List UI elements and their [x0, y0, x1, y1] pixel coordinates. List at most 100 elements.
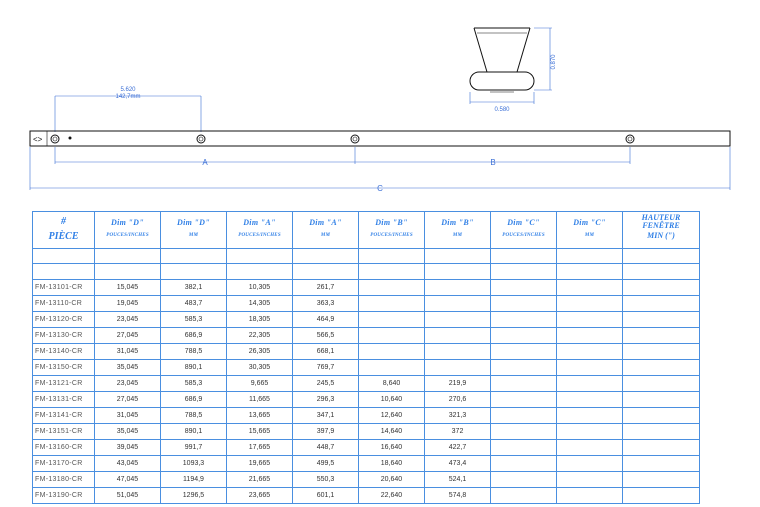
part-number-cell: FM-13101-CR — [32, 279, 95, 296]
table-cell — [490, 343, 557, 360]
table-cell — [490, 391, 557, 408]
table-cell: 890,1 — [160, 359, 227, 376]
table-cell — [622, 311, 700, 328]
table-cell: 20,640 — [358, 471, 425, 488]
part-number-cell: FM-13141-CR — [32, 407, 95, 424]
table-cell: 22,305 — [226, 327, 293, 344]
table-row: FM-13130-CR 27,045 686,9 22,305 566,5 — [32, 327, 700, 344]
part-number-cell: FM-13121-CR — [32, 375, 95, 392]
table-cell — [622, 359, 700, 376]
table-cell — [622, 423, 700, 440]
table-cell — [556, 455, 623, 472]
table-cell: 890,1 — [160, 423, 227, 440]
table-cell: 422,7 — [424, 439, 491, 456]
header-piece: # PIÈCE — [32, 211, 95, 249]
table-row: FM-13140-CR 31,045 788,5 26,305 668,1 — [32, 343, 700, 360]
table-cell: 21,665 — [226, 471, 293, 488]
table-cell — [490, 423, 557, 440]
table-cell: 23,045 — [94, 311, 161, 328]
table-cell: 483,7 — [160, 295, 227, 312]
knob-width-dim: 0.580 — [494, 107, 510, 113]
table-cell: 991,7 — [160, 439, 227, 456]
table-row: FM-13110-CR 19,045 483,7 14,305 363,3 — [32, 295, 700, 312]
table-cell — [556, 391, 623, 408]
table-cell: 686,9 — [160, 391, 227, 408]
table-cell: 261,7 — [292, 279, 359, 296]
table-cell: 26,305 — [226, 343, 293, 360]
table-cell — [424, 295, 491, 312]
table-cell — [490, 455, 557, 472]
part-number-cell: FM-13151-CR — [32, 423, 95, 440]
table-cell — [424, 279, 491, 296]
table-cell: 372 — [424, 423, 491, 440]
table-cell: 499,5 — [292, 455, 359, 472]
table-cell: 585,3 — [160, 375, 227, 392]
table-cell: 1296,5 — [160, 487, 227, 504]
table-row: FM-13101-CR 15,045 382,1 10,305 261,7 — [32, 279, 700, 296]
table-cell: 47,045 — [94, 471, 161, 488]
table-cell — [622, 327, 700, 344]
table-cell — [358, 279, 425, 296]
part-number-cell: FM-13150-CR — [32, 359, 95, 376]
table-cell — [556, 311, 623, 328]
part-number-cell: FM-13110-CR — [32, 295, 95, 312]
table-cell: 296,3 — [292, 391, 359, 408]
table-cell: 219,9 — [424, 375, 491, 392]
table-cell — [556, 295, 623, 312]
table-cell: 43,045 — [94, 455, 161, 472]
table-cell: 31,045 — [94, 343, 161, 360]
table-cell — [622, 279, 700, 296]
table-row: FM-13160-CR 39,045 991,7 17,665 448,7 16,640 4… — [32, 439, 700, 456]
table-cell: 382,1 — [160, 279, 227, 296]
technical-drawing: 0.870 0.580 5.620 142,7mm <> A B C — [29, 27, 731, 193]
table-cell: 19,665 — [226, 455, 293, 472]
table-cell: 27,045 — [94, 391, 161, 408]
table-cell — [490, 375, 557, 392]
table-cell — [622, 391, 700, 408]
table-cell — [358, 327, 425, 344]
table-row: FM-13150-CR 35,045 890,1 30,305 769,7 — [32, 359, 700, 376]
dimension-table: # PIÈCE Dim "D" POUCES/INCHES Dim "D" MM D… — [32, 211, 700, 504]
table-row: FM-13170-CR 43,045 1093,3 19,665 499,5 18,640… — [32, 455, 700, 472]
table-cell: 270,6 — [424, 391, 491, 408]
table-cell: 473,4 — [424, 455, 491, 472]
table-row: FM-13131-CR 27,045 686,9 11,665 296,3 10,640 2… — [32, 391, 700, 408]
table-cell: 574,8 — [424, 487, 491, 504]
part-number-cell: FM-13140-CR — [32, 343, 95, 360]
table-cell: 31,045 — [94, 407, 161, 424]
dim-label-b: B — [490, 158, 495, 167]
part-number-cell: FM-13160-CR — [32, 439, 95, 456]
table-cell: 10,640 — [358, 391, 425, 408]
table-cell — [556, 375, 623, 392]
header-dim-d-mm: Dim "D" MM — [160, 211, 227, 249]
table-cell: 9,665 — [226, 375, 293, 392]
header-dim-c-inches: Dim "C" POUCES/INCHES — [490, 211, 557, 249]
table-header-row: # PIÈCE Dim "D" POUCES/INCHES Dim "D" MM D… — [32, 211, 700, 249]
table-cell: 14,305 — [226, 295, 293, 312]
table-cell — [622, 375, 700, 392]
table-cell: 10,305 — [226, 279, 293, 296]
table-cell — [424, 327, 491, 344]
header-dim-b-inches: Dim "B" POUCES/INCHES — [358, 211, 425, 249]
table-cell: 14,640 — [358, 423, 425, 440]
table-cell — [490, 295, 557, 312]
table-row: FM-13120-CR 23,045 585,3 18,305 464,9 — [32, 311, 700, 328]
table-cell — [490, 327, 557, 344]
table-cell — [622, 343, 700, 360]
table-cell: 245,5 — [292, 375, 359, 392]
table-cell — [358, 359, 425, 376]
dim-label-a: A — [202, 158, 208, 167]
table-cell — [622, 407, 700, 424]
table-cell: 35,045 — [94, 423, 161, 440]
header-hauteur-fenetre: HAUTEUR FENÊTRE MIN (") — [622, 211, 700, 249]
table-row: FM-13190-CR 51,045 1296,5 23,665 601,1 22,640… — [32, 487, 700, 504]
knob-drawing — [469, 27, 535, 93]
table-cell: 18,305 — [226, 311, 293, 328]
table-cell: 668,1 — [292, 343, 359, 360]
table-cell — [556, 487, 623, 504]
table-cell — [490, 279, 557, 296]
blank-row — [32, 263, 700, 280]
table-cell — [556, 343, 623, 360]
header-dim-c-mm: Dim "C" MM — [556, 211, 623, 249]
part-number-cell: FM-13180-CR — [32, 471, 95, 488]
